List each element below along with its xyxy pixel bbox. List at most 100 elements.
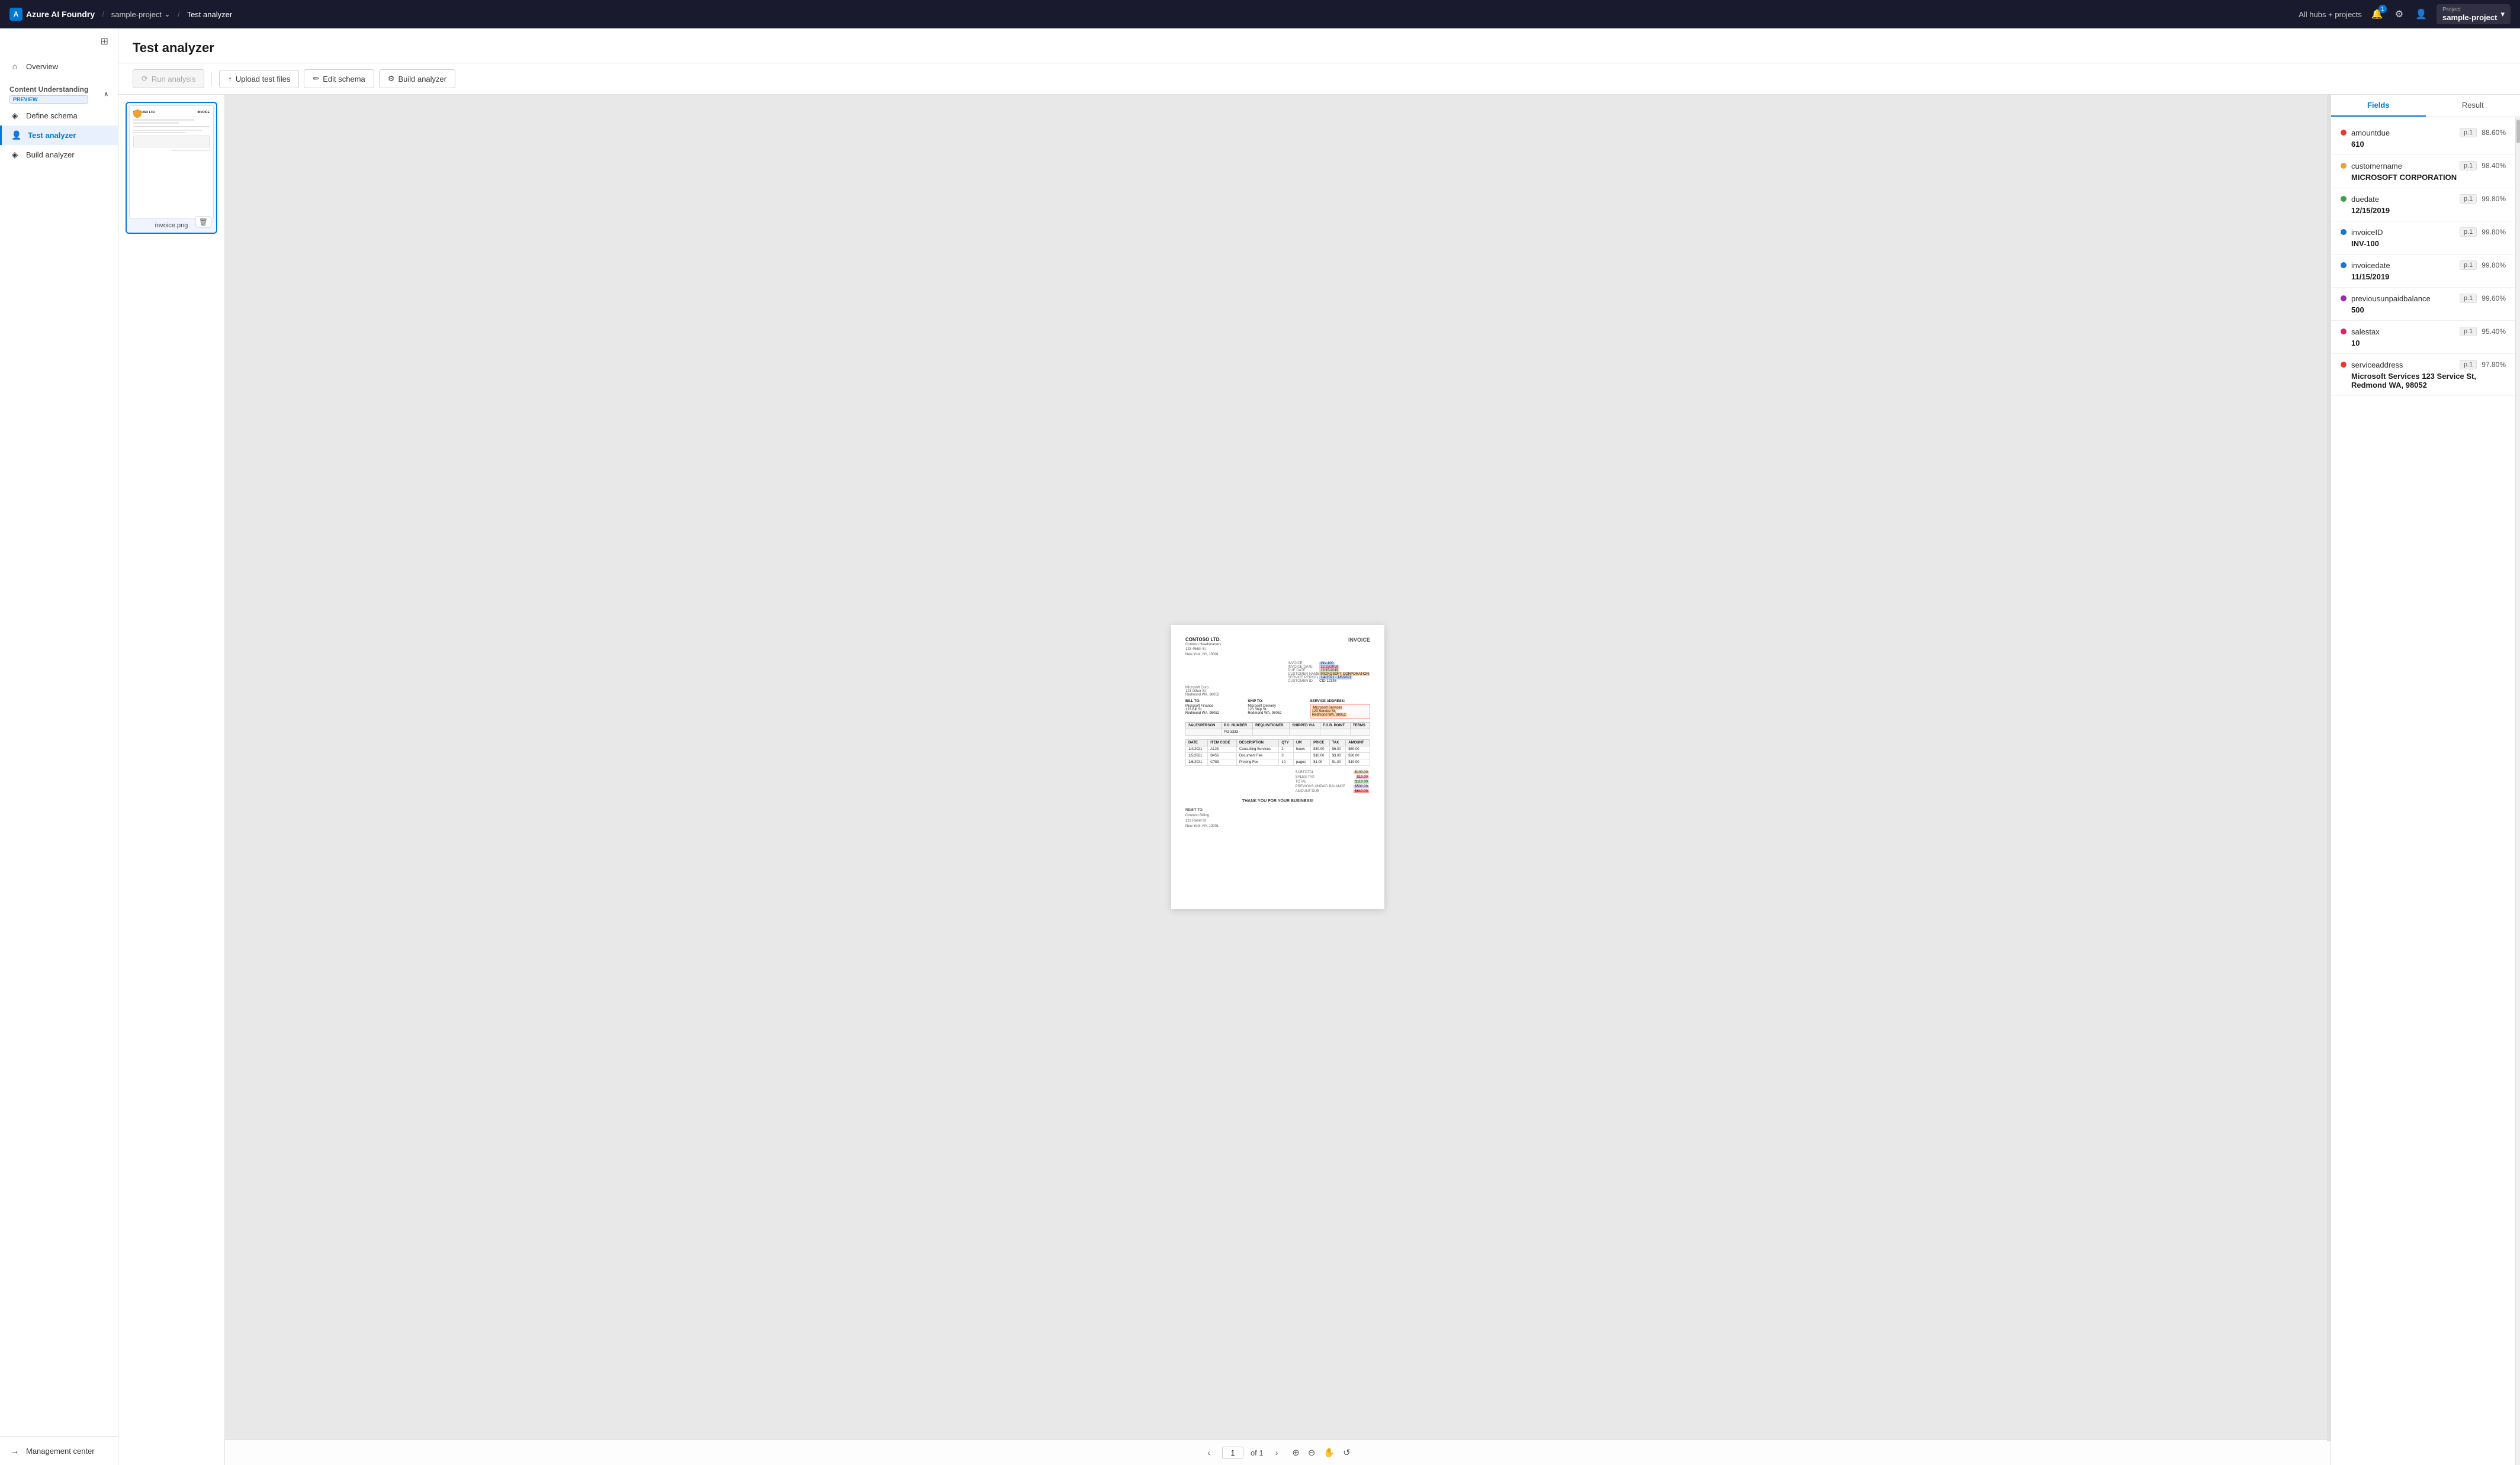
service-address-highlight: Microsoft Services123 Service St,Redmond… [1312,706,1347,717]
field-dot-invoicedate [2341,262,2347,268]
define-schema-label: Define schema [26,111,78,120]
next-page-button[interactable]: › [1271,1445,1283,1460]
field-confidence-salestax: 95.40% [2482,327,2506,336]
notification-badge: 1 [2378,5,2387,13]
total-value: $110.00 [1354,780,1369,784]
field-confidence-amountdue: 88.60% [2482,128,2506,137]
project-nav-label: sample-project [111,10,162,19]
build-analyzer-icon: ◈ [9,150,20,160]
upload-files-icon: ↑ [228,75,232,83]
hub-projects-link[interactable]: All hubs + projects [2299,10,2362,19]
group-label: Content Understanding [9,85,88,94]
field-value-amountdue: 610 [2341,140,2506,149]
build-analyzer-button[interactable]: ⚙ Build analyzer [379,69,455,88]
file-thumbnail[interactable]: CONTOSO LTD.INVOICE [126,102,217,234]
page-of-label: of 1 [1251,1448,1264,1457]
brand-logo[interactable]: A Azure AI Foundry [9,8,95,21]
project-chevron: ▾ [2500,9,2505,19]
field-value-duedate: 12/15/2019 [2341,206,2506,215]
upload-files-button[interactable]: ↑ Upload test files [219,70,299,88]
zoom-in-button[interactable]: ⊕ [1290,1445,1302,1460]
run-analysis-button[interactable]: ⟳ Run analysis [133,69,204,88]
project-name: sample-project [2442,13,2497,22]
fields-panel: Fields Result amountdue p.1 88.60% [2331,95,2520,1465]
sidebar-toggle-area: ⊞ [0,28,118,54]
page-header: Test analyzer [118,28,2520,63]
sidebar-item-overview[interactable]: ⌂ Overview [0,57,118,76]
field-page-invoiceid: p.1 [2460,227,2477,237]
sidebar-item-define-schema[interactable]: ◈ Define schema [0,106,118,125]
field-dot-serviceaddress [2341,362,2347,368]
prev-page-button[interactable]: ‹ [1203,1445,1215,1460]
prev-unpaid-value: $500.00 [1354,785,1369,788]
field-dot-previousunpaidbalance [2341,295,2347,301]
fields-tabs: Fields Result [2331,95,2520,117]
field-confidence-duedate: 99.80% [2482,195,2506,203]
field-name-customername: customername [2351,162,2455,170]
user-button[interactable]: 👤 [2413,6,2429,22]
sidebar-group-content-understanding: Content Understanding PREVIEW ∧ [0,81,118,106]
field-value-serviceaddress: Microsoft Services 123 Service St,Redmon… [2341,372,2506,389]
project-nav-link[interactable]: sample-project ⌄ [111,9,171,19]
page-number-input[interactable]: 1 [1222,1447,1243,1459]
preview-area: CONTOSO LTD. Contoso Headquarters123 456… [225,95,2331,1465]
field-item-previousunpaidbalance: previousunpaidbalance p.1 99.60% 500 [2331,288,2515,321]
field-page-previousunpaidbalance: p.1 [2460,294,2477,303]
field-confidence-serviceaddress: 97.80% [2482,360,2506,369]
edit-schema-button[interactable]: ✏ Edit schema [304,69,374,88]
nav-separator-1: / [102,10,104,19]
invoice-ship-from: Microsoft Corp123 Other St.Redmond WA, 9… [1185,686,1370,697]
upload-files-label: Upload test files [236,75,291,83]
hand-tool-button[interactable]: ✋ [1321,1445,1337,1460]
field-item-serviceaddress: serviceaddress p.1 97.80% Microsoft Serv… [2331,354,2515,396]
field-value-previousunpaidbalance: 500 [2341,305,2506,314]
edit-schema-icon: ✏ [313,74,319,83]
invoice-title: INVOICE [1348,637,1370,643]
field-name-duedate: duedate [2351,195,2455,204]
management-center-label: Management center [26,1447,95,1456]
sidebar-item-build-analyzer[interactable]: ◈ Build analyzer [0,145,118,165]
customer-id-value: CID-12345 [1319,680,1370,683]
field-name-invoiceid: invoiceID [2351,228,2455,237]
field-confidence-invoicedate: 99.80% [2482,261,2506,269]
group-expand-icon[interactable]: ∧ [104,91,108,98]
field-value-customername: MICROSOFT CORPORATION [2341,173,2506,182]
sidebar-item-management-center[interactable]: → Management center [0,1441,118,1460]
fields-scrollbar[interactable] [2515,117,2520,1465]
rotate-button[interactable]: ↺ [1341,1445,1353,1460]
file-delete-button[interactable]: 🗑 [195,216,211,228]
thank-you-text: THANK YOU FOR YOUR BUSINESS! [1185,799,1370,803]
field-name-amountdue: amountdue [2351,128,2455,137]
document-preview: CONTOSO LTD. Contoso Headquarters123 456… [225,95,2331,1440]
remit-to-section: REMIT TO: Contoso Billing 123 Remit St N… [1185,808,1370,829]
sidebar-item-test-analyzer[interactable]: 👤 Test analyzer [0,125,118,145]
sidebar: ⊞ ⌂ Overview Content Understanding PREVI… [0,28,118,1465]
management-center-icon: → [9,1446,20,1456]
field-page-customername: p.1 [2460,161,2477,170]
field-item-amountdue: amountdue p.1 88.60% 610 [2331,122,2515,155]
field-value-salestax: 10 [2341,339,2506,347]
preview-badge: PREVIEW [9,95,88,104]
invoice-header: CONTOSO LTD. Contoso Headquarters123 456… [1185,637,1370,657]
file-thumb-image: CONTOSO LTD.INVOICE [129,105,214,218]
sidebar-toggle-button[interactable]: ⊞ [98,33,111,50]
tab-fields[interactable]: Fields [2331,95,2426,117]
invoice-hq-label: Contoso Headquarters123 456th StNew York… [1185,642,1221,657]
file-thumb-dot [133,110,142,118]
field-item-customername: customername p.1 98.40% MICROSOFT CORPOR… [2331,155,2515,188]
build-analyzer-toolbar-icon: ⚙ [388,74,395,83]
settings-button[interactable]: ⚙ [2393,6,2406,22]
field-confidence-customername: 98.40% [2482,162,2506,170]
notification-button[interactable]: 🔔 1 [2369,6,2386,22]
invoice-header-table: SALESPERSONP.O. NUMBERREQUISITIONERSHIPP… [1185,722,1370,736]
top-navigation: A Azure AI Foundry / sample-project ⌄ / … [0,0,2520,28]
project-info-panel[interactable]: Project sample-project ▾ [2437,4,2511,24]
field-dot-duedate [2341,196,2347,202]
sales-tax-value: $10.00 [1356,775,1369,779]
field-dot-salestax [2341,329,2347,334]
field-dot-customername [2341,163,2347,169]
field-page-salestax: p.1 [2460,327,2477,336]
tab-result[interactable]: Result [2426,95,2520,117]
zoom-out-button[interactable]: ⊖ [1306,1445,1318,1460]
run-analysis-icon: ⟳ [142,74,148,83]
